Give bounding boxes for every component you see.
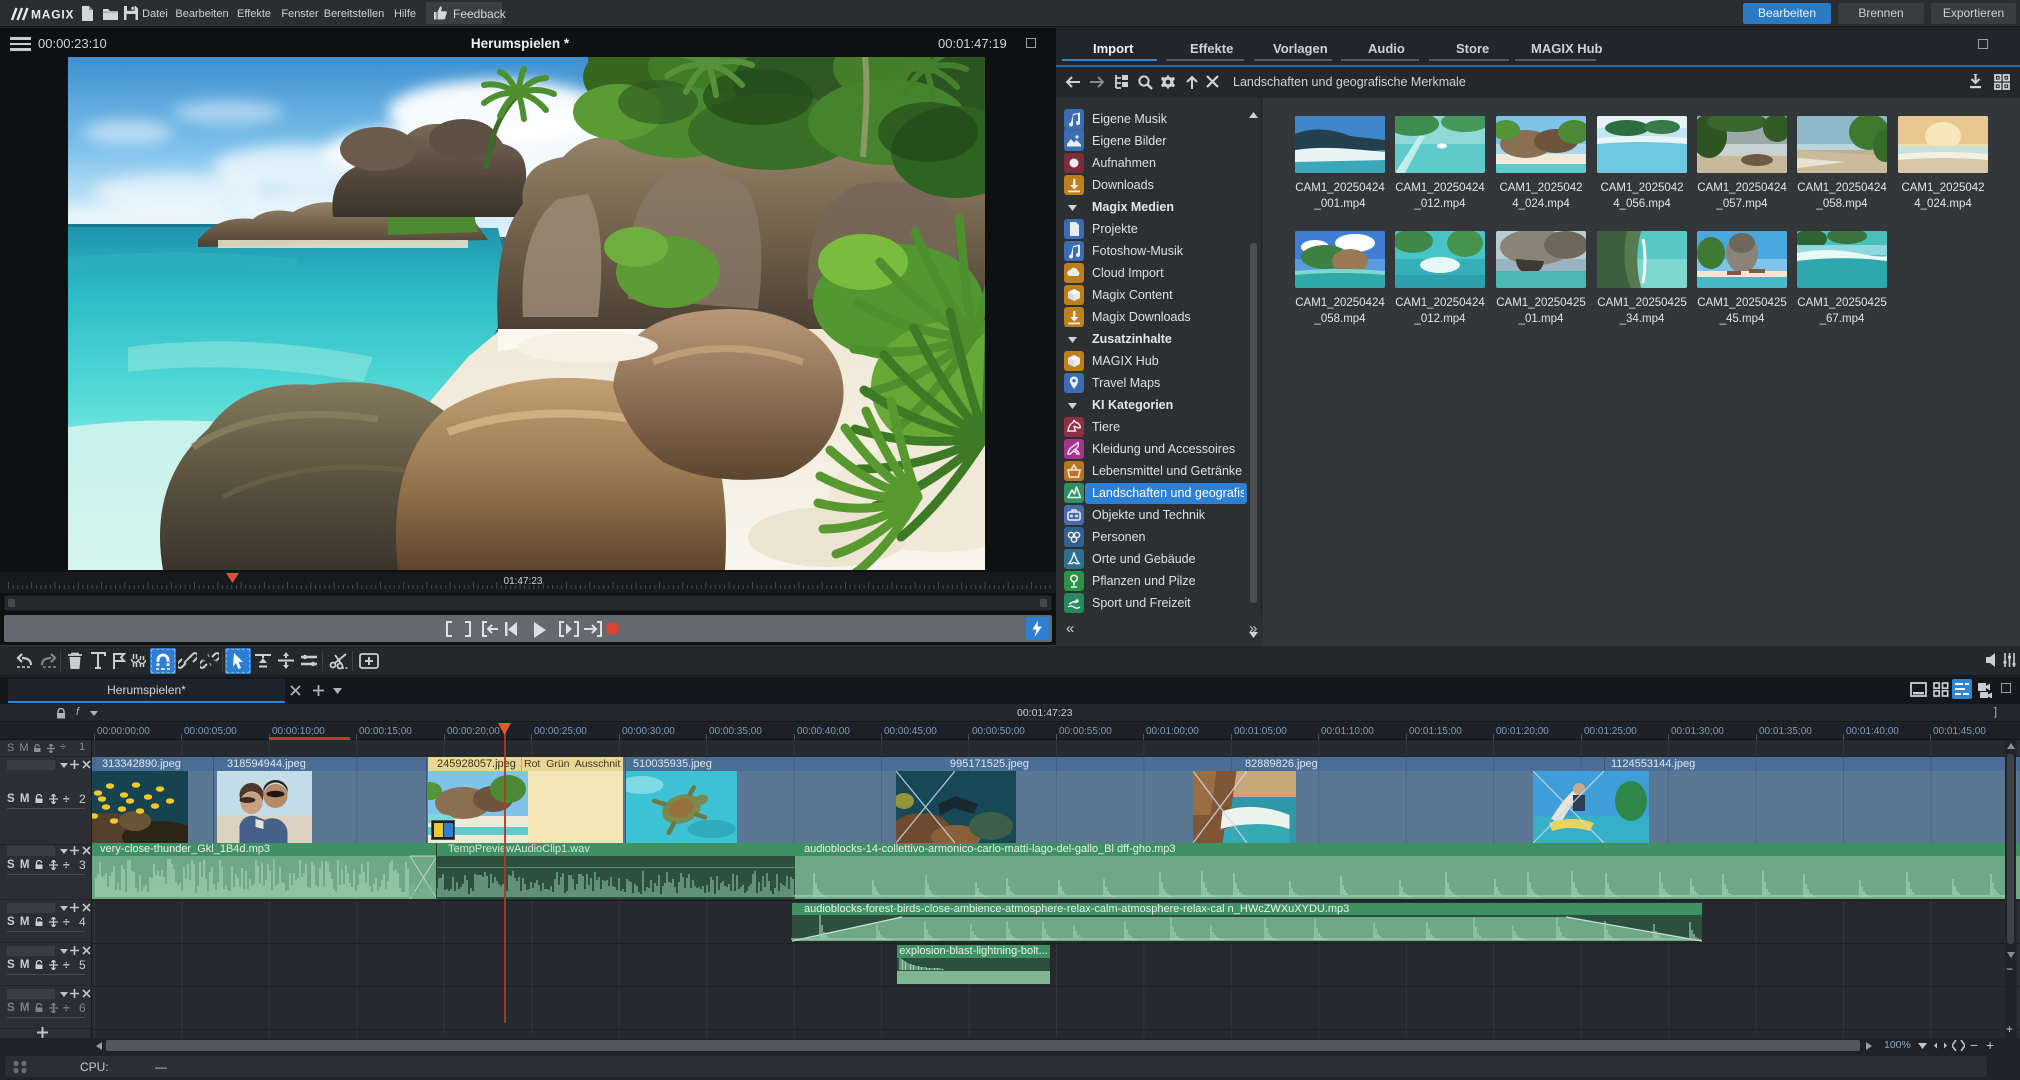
svg-text:MAGIX: MAGIX: [31, 8, 74, 22]
